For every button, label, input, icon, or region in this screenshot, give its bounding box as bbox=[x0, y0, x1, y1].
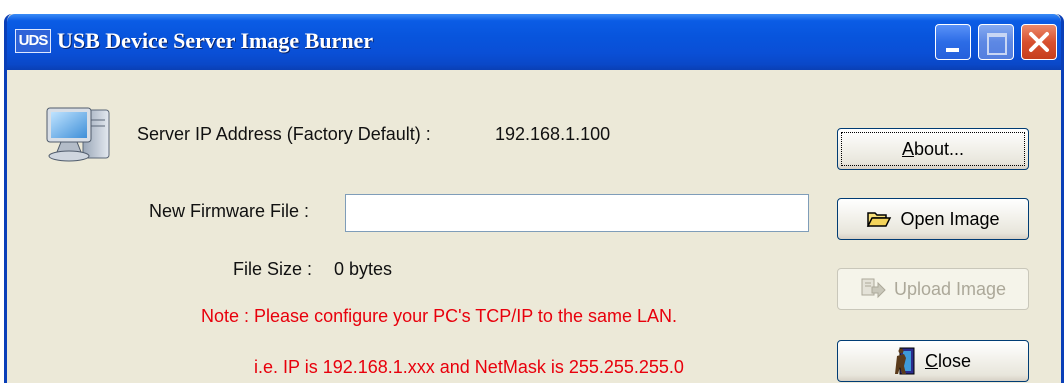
exit-door-icon bbox=[894, 347, 915, 375]
minimize-button[interactable] bbox=[935, 24, 971, 60]
open-image-button[interactable]: Open Image bbox=[837, 198, 1029, 240]
server-ip-label: Server IP Address (Factory Default) : bbox=[137, 124, 431, 144]
server-ip-value: 192.168.1.100 bbox=[495, 124, 611, 144]
maximize-button bbox=[978, 24, 1014, 60]
close-button-label: Close bbox=[924, 350, 972, 371]
note-line-2: i.e. IP is 192.168.1.xxx and NetMask is … bbox=[254, 357, 684, 377]
open-image-label: Open Image bbox=[900, 208, 1000, 229]
firmware-file-label: New Firmware File : bbox=[149, 201, 310, 221]
window-close-button[interactable] bbox=[1021, 24, 1057, 60]
window-title: USB Device Server Image Burner bbox=[57, 28, 374, 53]
file-size-label: File Size : bbox=[233, 259, 313, 279]
upload-image-button[interactable]: Upload Image bbox=[837, 268, 1029, 310]
computer-icon bbox=[43, 104, 113, 171]
about-button[interactable]: About... bbox=[837, 128, 1029, 170]
about-button-label: About... bbox=[901, 138, 965, 159]
client-area: Server IP Address (Factory Default) : 19… bbox=[7, 70, 1061, 383]
title-bar[interactable]: UDS USB Device Server Image Burner bbox=[7, 14, 1061, 70]
upload-icon bbox=[861, 278, 886, 299]
folder-open-icon bbox=[867, 212, 892, 227]
file-size-value: 0 bytes bbox=[334, 259, 393, 279]
upload-image-label: Upload Image bbox=[893, 278, 1007, 299]
app-logo-icon: UDS bbox=[15, 29, 51, 53]
close-button[interactable]: Close bbox=[837, 340, 1029, 382]
app-window: UDS USB Device Server Image Burner Serve… bbox=[4, 14, 1064, 383]
note-line-1: Note : Please configure your PC's TCP/IP… bbox=[201, 306, 677, 326]
firmware-file-input[interactable] bbox=[345, 194, 809, 232]
close-x-icon bbox=[1029, 32, 1049, 52]
